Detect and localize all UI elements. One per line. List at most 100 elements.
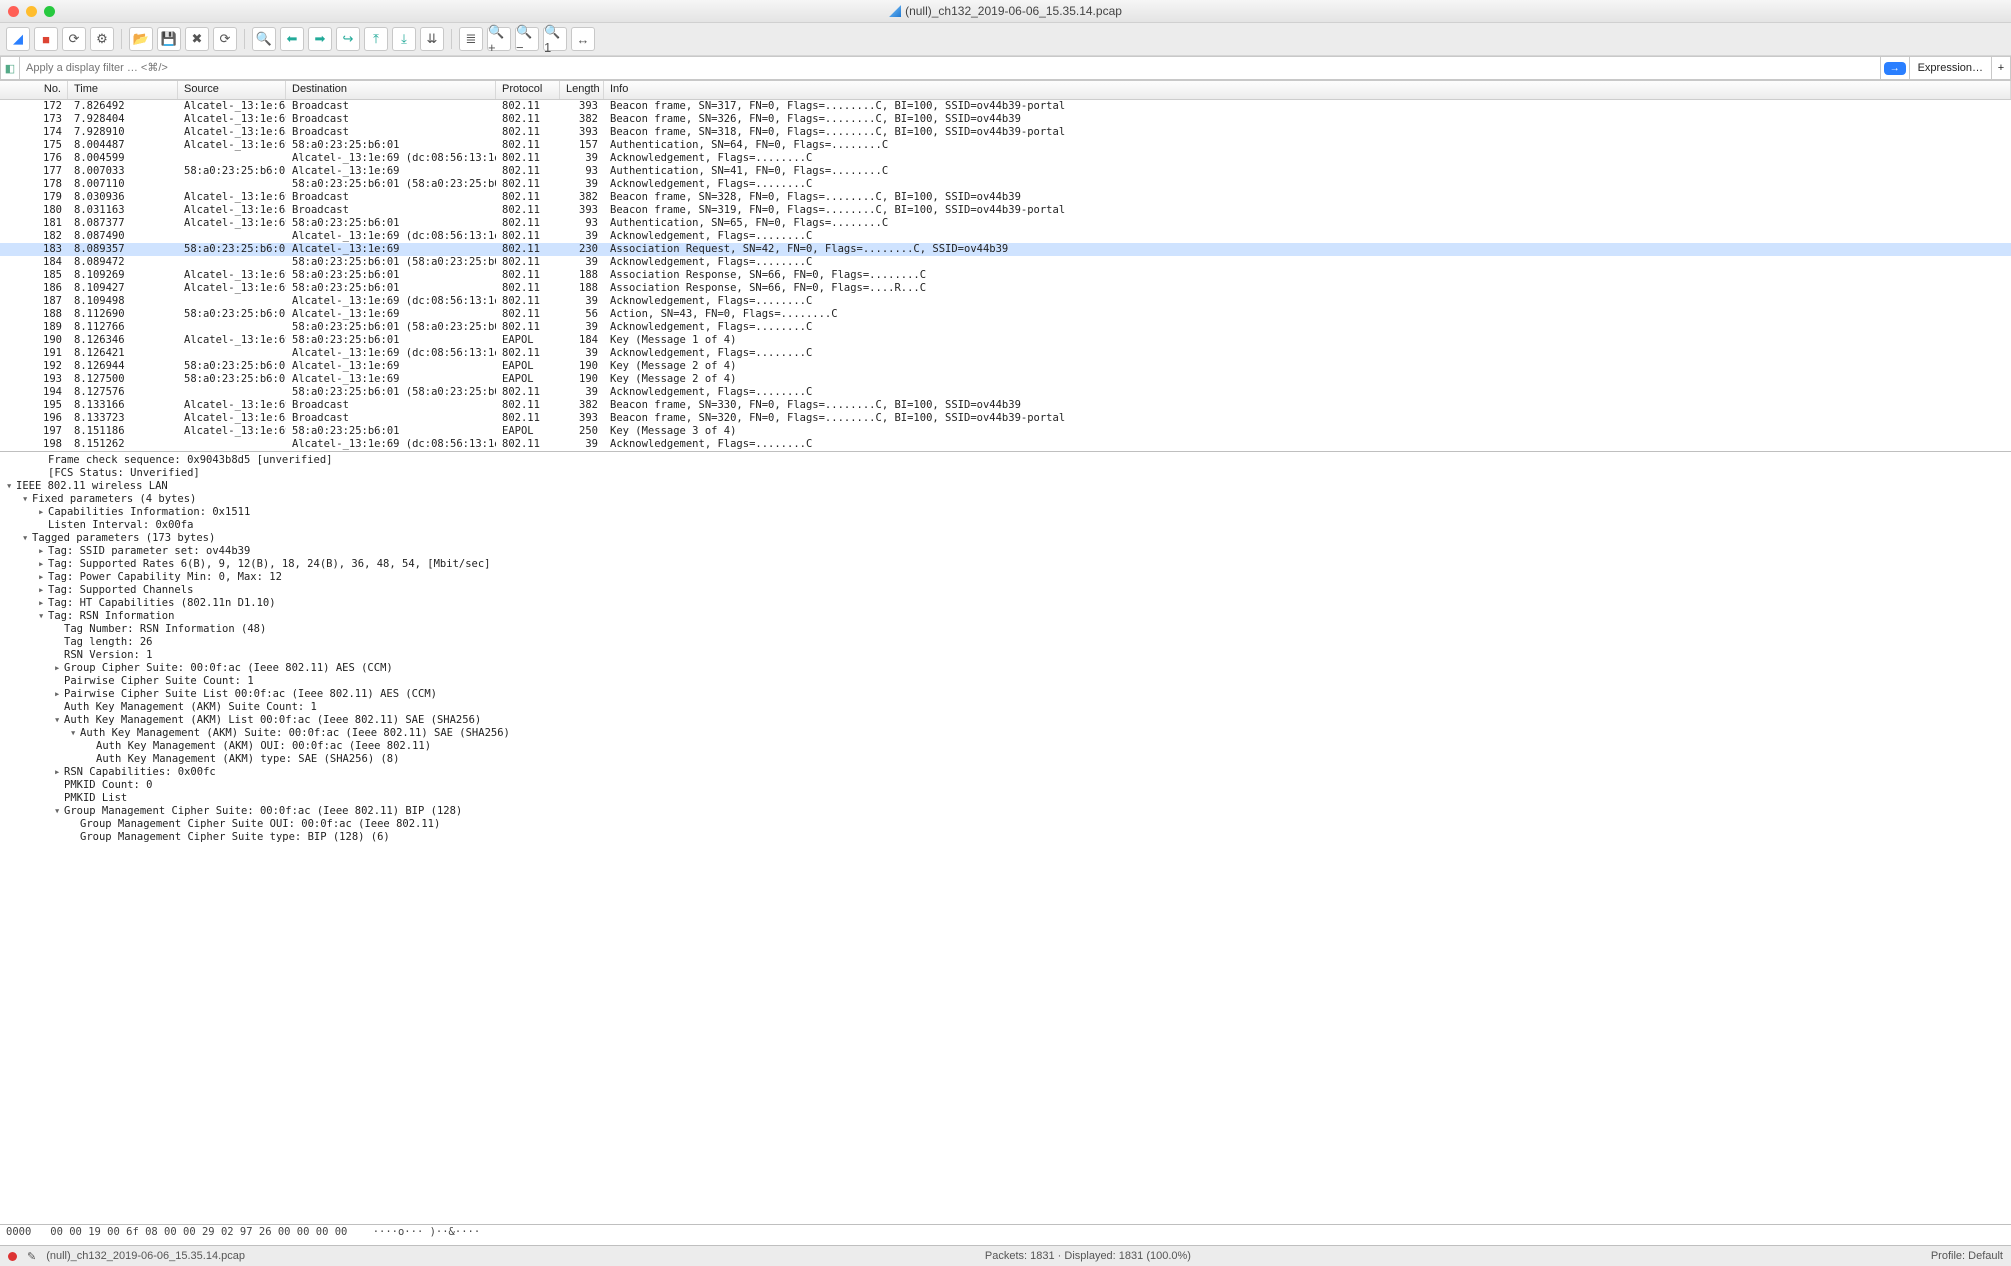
detail-line[interactable]: Auth Key Management (AKM) type: SAE (SHA… — [0, 753, 2011, 766]
disclosure-triangle-icon[interactable]: ▸ — [38, 506, 48, 519]
expert-info-icon[interactable] — [8, 1252, 17, 1261]
detail-line[interactable]: Tag length: 26 — [0, 636, 2011, 649]
detail-line[interactable]: ▸Pairwise Cipher Suite List 00:0f:ac (Ie… — [0, 688, 2011, 701]
minimize-window-button[interactable] — [26, 6, 37, 17]
col-no[interactable]: No. — [0, 81, 68, 99]
packet-list-body[interactable]: 1727.826492Alcatel-_13:1e:6aBroadcast802… — [0, 100, 2011, 451]
disclosure-triangle-icon[interactable]: ▸ — [38, 545, 48, 558]
filter-bookmark-button[interactable]: ◧ — [0, 56, 19, 80]
zoom-out-button[interactable]: 🔍− — [515, 27, 539, 51]
go-forward-button[interactable]: ➡ — [308, 27, 332, 51]
close-window-button[interactable] — [8, 6, 19, 17]
disclosure-triangle-icon[interactable]: ▾ — [54, 714, 64, 727]
packet-row[interactable]: 1778.00703358:a0:23:25:b6:01Alcatel-_13:… — [0, 165, 2011, 178]
goto-packet-button[interactable]: ↪ — [336, 27, 360, 51]
save-file-button[interactable]: 💾 — [157, 27, 181, 51]
detail-line[interactable]: ▸Tag: Power Capability Min: 0, Max: 12 — [0, 571, 2011, 584]
packet-row[interactable]: 1818.087377Alcatel-_13:1e:6958:a0:23:25:… — [0, 217, 2011, 230]
disclosure-triangle-icon[interactable]: ▾ — [6, 480, 16, 493]
disclosure-triangle-icon[interactable]: ▸ — [54, 688, 64, 701]
packet-row[interactable]: 1868.109427Alcatel-_13:1e:6958:a0:23:25:… — [0, 282, 2011, 295]
detail-line[interactable]: PMKID Count: 0 — [0, 779, 2011, 792]
capture-options-button[interactable]: ⚙ — [90, 27, 114, 51]
zoom-in-button[interactable]: 🔍+ — [487, 27, 511, 51]
col-info[interactable]: Info — [604, 81, 2011, 99]
restart-capture-button[interactable]: ⟳ — [62, 27, 86, 51]
disclosure-triangle-icon[interactable]: ▾ — [22, 532, 32, 545]
packet-row[interactable]: 1848.08947258:a0:23:25:b6:01 (58:a0:23:2… — [0, 256, 2011, 269]
display-filter-input[interactable] — [19, 56, 1880, 80]
col-protocol[interactable]: Protocol — [496, 81, 560, 99]
packet-list-header[interactable]: No. Time Source Destination Protocol Len… — [0, 81, 2011, 100]
detail-line[interactable]: Auth Key Management (AKM) Suite Count: 1 — [0, 701, 2011, 714]
packet-row[interactable]: 1908.126346Alcatel-_13:1e:6958:a0:23:25:… — [0, 334, 2011, 347]
packet-bytes-pane[interactable]: 0000 00 00 19 00 6f 08 00 00 29 02 97 26… — [0, 1225, 2011, 1246]
packet-row[interactable]: 1938.12750058:a0:23:25:b6:01Alcatel-_13:… — [0, 373, 2011, 386]
col-length[interactable]: Length — [560, 81, 604, 99]
add-filter-button[interactable]: + — [1992, 56, 2011, 80]
disclosure-triangle-icon[interactable]: ▾ — [54, 805, 64, 818]
stop-capture-button[interactable]: ■ — [34, 27, 58, 51]
apply-filter-button[interactable]: → — [1880, 56, 1910, 80]
disclosure-triangle-icon[interactable]: ▸ — [38, 584, 48, 597]
reload-button[interactable]: ⟳ — [213, 27, 237, 51]
detail-line[interactable]: Listen Interval: 0x00fa — [0, 519, 2011, 532]
col-destination[interactable]: Destination — [286, 81, 496, 99]
detail-line[interactable]: ▾Tagged parameters (173 bytes) — [0, 532, 2011, 545]
colorize-button[interactable]: ≣ — [459, 27, 483, 51]
packet-row[interactable]: 1958.133166Alcatel-_13:1e:69Broadcast802… — [0, 399, 2011, 412]
detail-line[interactable]: ▾Auth Key Management (AKM) Suite: 00:0f:… — [0, 727, 2011, 740]
detail-line[interactable]: PMKID List — [0, 792, 2011, 805]
detail-line[interactable]: ▾Fixed parameters (4 bytes) — [0, 493, 2011, 506]
disclosure-triangle-icon[interactable]: ▾ — [22, 493, 32, 506]
detail-line[interactable]: ▾IEEE 802.11 wireless LAN — [0, 480, 2011, 493]
packet-row[interactable]: 1768.004599Alcatel-_13:1e:69 (dc:08:56:1… — [0, 152, 2011, 165]
start-capture-button[interactable]: ◢ — [6, 27, 30, 51]
packet-row[interactable]: 1737.928404Alcatel-_13:1e:69Broadcast802… — [0, 113, 2011, 126]
disclosure-triangle-icon[interactable]: ▸ — [54, 766, 64, 779]
disclosure-triangle-icon[interactable]: ▸ — [54, 662, 64, 675]
detail-line[interactable]: ▾Tag: RSN Information — [0, 610, 2011, 623]
disclosure-triangle-icon[interactable]: ▸ — [38, 558, 48, 571]
zoom-window-button[interactable] — [44, 6, 55, 17]
packet-row[interactable]: 1727.826492Alcatel-_13:1e:6aBroadcast802… — [0, 100, 2011, 113]
detail-line[interactable]: [FCS Status: Unverified] — [0, 467, 2011, 480]
packet-row[interactable]: 1838.08935758:a0:23:25:b6:01Alcatel-_13:… — [0, 243, 2011, 256]
expression-button[interactable]: Expression… — [1910, 56, 1992, 80]
find-packet-button[interactable]: 🔍 — [252, 27, 276, 51]
resize-columns-button[interactable]: ↔ — [571, 27, 595, 51]
open-file-button[interactable]: 📂 — [129, 27, 153, 51]
packet-row[interactable]: 1858.109269Alcatel-_13:1e:6958:a0:23:25:… — [0, 269, 2011, 282]
packet-row[interactable]: 1968.133723Alcatel-_13:1e:6aBroadcast802… — [0, 412, 2011, 425]
packet-row[interactable]: 1828.087490Alcatel-_13:1e:69 (dc:08:56:1… — [0, 230, 2011, 243]
disclosure-triangle-icon[interactable]: ▸ — [38, 597, 48, 610]
go-back-button[interactable]: ⬅ — [280, 27, 304, 51]
detail-line[interactable]: Pairwise Cipher Suite Count: 1 — [0, 675, 2011, 688]
packet-row[interactable]: 1878.109498Alcatel-_13:1e:69 (dc:08:56:1… — [0, 295, 2011, 308]
packet-row[interactable]: 1918.126421Alcatel-_13:1e:69 (dc:08:56:1… — [0, 347, 2011, 360]
detail-line[interactable]: ▸Tag: Supported Channels — [0, 584, 2011, 597]
detail-line[interactable]: ▾Auth Key Management (AKM) List 00:0f:ac… — [0, 714, 2011, 727]
detail-line[interactable]: ▸RSN Capabilities: 0x00fc — [0, 766, 2011, 779]
status-profile[interactable]: Profile: Default — [1931, 1250, 2003, 1262]
go-first-button[interactable]: ⤒ — [364, 27, 388, 51]
packet-row[interactable]: 1988.151262Alcatel-_13:1e:69 (dc:08:56:1… — [0, 438, 2011, 451]
packet-row[interactable]: 1948.12757658:a0:23:25:b6:01 (58:a0:23:2… — [0, 386, 2011, 399]
zoom-reset-button[interactable]: 🔍1 — [543, 27, 567, 51]
disclosure-triangle-icon[interactable]: ▸ — [38, 571, 48, 584]
packet-details-pane[interactable]: Frame check sequence: 0x9043b8d5 [unveri… — [0, 452, 2011, 1225]
col-time[interactable]: Time — [68, 81, 178, 99]
packet-row[interactable]: 1758.004487Alcatel-_13:1e:6958:a0:23:25:… — [0, 139, 2011, 152]
detail-line[interactable]: Tag Number: RSN Information (48) — [0, 623, 2011, 636]
close-file-button[interactable]: ✖ — [185, 27, 209, 51]
detail-line[interactable]: ▸Tag: Supported Rates 6(B), 9, 12(B), 18… — [0, 558, 2011, 571]
disclosure-triangle-icon[interactable]: ▾ — [38, 610, 48, 623]
detail-line[interactable]: Group Management Cipher Suite type: BIP … — [0, 831, 2011, 844]
packet-row[interactable]: 1798.030936Alcatel-_13:1e:69Broadcast802… — [0, 191, 2011, 204]
title-bar[interactable]: (null)_ch132_2019-06-06_15.35.14.pcap — [0, 0, 2011, 23]
packet-row[interactable]: 1978.151186Alcatel-_13:1e:6958:a0:23:25:… — [0, 425, 2011, 438]
go-last-button[interactable]: ⤓ — [392, 27, 416, 51]
packet-row[interactable]: 1747.928910Alcatel-_13:1e:6aBroadcast802… — [0, 126, 2011, 139]
disclosure-triangle-icon[interactable]: ▾ — [70, 727, 80, 740]
detail-line[interactable]: ▸Capabilities Information: 0x1511 — [0, 506, 2011, 519]
